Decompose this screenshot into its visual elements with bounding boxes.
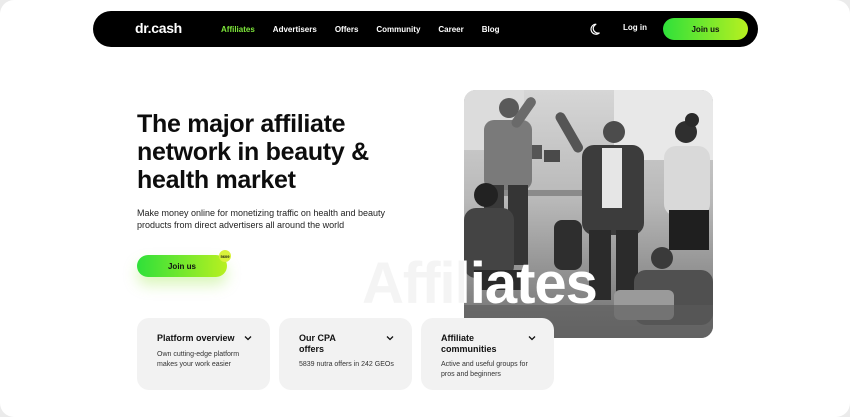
- card-description: 5839 nutra offers in 242 GEOs: [299, 361, 394, 368]
- card-cpa-offers[interactable]: Our CPA offers 5839 nutra offers in 242 …: [279, 318, 412, 390]
- card-affiliate-communities[interactable]: Affiliate communities Active and useful …: [421, 318, 554, 390]
- chevron-down-icon[interactable]: [386, 335, 394, 341]
- join-badge: 5609: [219, 250, 231, 262]
- nav-menu: Affiliates Advertisers Offers Community …: [221, 11, 518, 47]
- join-us-nav-button[interactable]: Join us: [663, 18, 748, 40]
- moon-icon[interactable]: [590, 22, 604, 36]
- chevron-down-icon[interactable]: [528, 335, 536, 341]
- top-navbar: dr.cash Affiliates Advertisers Offers Co…: [93, 11, 758, 47]
- team-photo: [464, 90, 713, 338]
- card-platform-overview[interactable]: Platform overview Own cutting-edge platf…: [137, 318, 270, 390]
- logo[interactable]: dr.cash: [135, 20, 182, 36]
- hero-title: The major affiliate network in beauty & …: [137, 110, 369, 194]
- nav-item-affiliates[interactable]: Affiliates: [221, 25, 255, 34]
- nav-item-blog[interactable]: Blog: [482, 25, 500, 34]
- card-description: Active and useful groups for pros and be…: [441, 361, 528, 378]
- nav-item-offers[interactable]: Offers: [335, 25, 359, 34]
- chevron-down-icon[interactable]: [244, 335, 252, 341]
- join-us-hero-button[interactable]: Join us: [137, 255, 227, 277]
- nav-item-advertisers[interactable]: Advertisers: [273, 25, 317, 34]
- hero-subtitle: Make money online for monetizing traffic…: [137, 208, 385, 230]
- card-description: Own cutting-edge platform makes your wor…: [157, 351, 240, 368]
- card-title: Our CPA offers: [299, 333, 336, 354]
- page: dr.cash Affiliates Advertisers Offers Co…: [0, 0, 850, 417]
- nav-item-community[interactable]: Community: [376, 25, 420, 34]
- card-title: Platform overview: [157, 333, 235, 343]
- nav-item-career[interactable]: Career: [438, 25, 463, 34]
- login-link[interactable]: Log in: [623, 23, 647, 32]
- team-photo-illustration: [464, 90, 713, 338]
- card-title: Affiliate communities: [441, 333, 497, 354]
